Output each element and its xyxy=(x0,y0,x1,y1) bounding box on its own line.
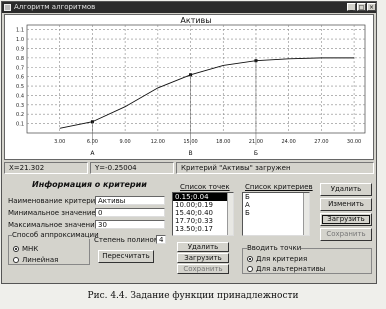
y-tick-label: 0.3 xyxy=(16,103,24,109)
criteria-delete-button[interactable]: Удалить xyxy=(320,183,372,196)
main-window: Алгоритм алгоритмов _ □ × Активы 0.1 0.2 0.… xyxy=(1,1,377,284)
y-tick-label: 0.5 xyxy=(16,84,24,90)
points-list-item[interactable]: 0.15;0.04 xyxy=(173,193,233,201)
radio-for-alternative-label: Для альтернативы xyxy=(256,265,326,273)
points-list-item[interactable]: 10.00;0.19 xyxy=(173,201,233,209)
x-tick-label: 27.00 xyxy=(314,139,328,145)
degree-field[interactable]: 4 xyxy=(156,235,166,244)
name-label: Наименование критерия xyxy=(8,197,100,205)
criteria-change-button[interactable]: Изменить xyxy=(320,198,372,211)
status-message: Критерий "Активы" загружен xyxy=(176,162,374,174)
status-x: X=21.302 xyxy=(4,162,88,174)
x-tick-label: 24.00 xyxy=(282,139,296,145)
approx-group: Способ аппроксимации МНК Линейная xyxy=(8,231,99,265)
criteria-load-button[interactable]: Загрузить xyxy=(320,213,372,226)
points-delete-button[interactable]: Удалить xyxy=(177,242,229,252)
y-tick-label: 0.4 xyxy=(16,93,24,99)
points-panel-title: Список точек xyxy=(180,183,230,191)
points-list-item[interactable]: 13.50;0.17 xyxy=(173,225,233,233)
criteria-list[interactable]: Б А Б xyxy=(242,192,310,236)
info-panel-title: Информация о критерии xyxy=(32,180,147,189)
radio-linear-label: Линейная xyxy=(22,256,59,264)
chart-area[interactable]: Активы 0.1 0.2 0.3 0.4 0.5 0.6 0.7 0.8 0.9 1.0 1.1 3… xyxy=(4,14,374,160)
points-list-item[interactable]: 15.40;0.40 xyxy=(173,209,233,217)
close-button[interactable]: × xyxy=(367,3,376,11)
window-title: Алгоритм алгоритмов xyxy=(14,3,96,11)
radio-mnk[interactable] xyxy=(13,246,19,252)
points-load-button[interactable]: Загрузить xyxy=(177,253,229,263)
enter-points-group: Вводить точки Для критерия Для альтернат… xyxy=(242,244,372,274)
criteria-list-item[interactable]: Б xyxy=(243,209,309,217)
y-tick-label: 0.8 xyxy=(16,56,24,62)
radio-for-criterion[interactable] xyxy=(247,256,253,262)
approx-group-label: Способ аппроксимации xyxy=(12,231,99,239)
criteria-panel-title: Список критериев xyxy=(245,183,313,191)
radio-for-alternative[interactable] xyxy=(247,266,253,272)
status-bar: X=21.302 Y=-0.25004 Критерий "Активы" за… xyxy=(4,162,374,175)
minimize-button[interactable]: _ xyxy=(347,3,356,11)
max-field[interactable]: 30 xyxy=(95,220,165,229)
y-tick-label: 0.6 xyxy=(16,75,24,81)
radio-linear[interactable] xyxy=(13,257,19,263)
degree-label: Степень полинома xyxy=(94,236,164,244)
figure-caption: Рис. 4.4. Задание функции принадлежности xyxy=(87,291,299,301)
x-tick-label: 18.00 xyxy=(216,139,230,145)
maximize-button[interactable]: □ xyxy=(357,3,366,11)
radio-for-criterion-label: Для критерия xyxy=(256,255,308,263)
recalc-button[interactable]: Пересчитать xyxy=(98,250,154,263)
point-label: B xyxy=(188,150,192,157)
points-save-button[interactable]: Сохранить xyxy=(177,264,229,274)
status-y: Y=-0.25004 xyxy=(90,162,174,174)
name-field[interactable]: Активы xyxy=(95,196,165,205)
points-list-scrollbar[interactable] xyxy=(227,193,233,235)
point-label: Б xyxy=(254,150,258,157)
point-label: A xyxy=(90,150,95,157)
criteria-list-item[interactable]: Б xyxy=(243,193,309,201)
y-tick-label: 0.7 xyxy=(16,65,24,71)
criteria-list-scrollbar[interactable] xyxy=(303,193,309,235)
y-tick-label: 0.1 xyxy=(16,122,24,128)
criteria-save-button[interactable]: Сохранить xyxy=(320,228,372,241)
x-tick-label: 3.00 xyxy=(54,139,65,145)
chart-title: Активы xyxy=(180,16,211,25)
min-field[interactable]: 0 xyxy=(95,208,165,217)
enter-points-group-label: Вводить точки xyxy=(247,244,302,252)
chart-svg[interactable]: Активы 0.1 0.2 0.3 0.4 0.5 0.6 0.7 0.8 0.9 1.0 1.1 3… xyxy=(5,15,373,159)
points-list-item[interactable]: 17.70;0.33 xyxy=(173,217,233,225)
plot-frame xyxy=(26,24,366,134)
min-label: Минимальное значение xyxy=(8,209,96,217)
x-tick-label: 9.00 xyxy=(120,139,131,145)
y-tick-label: 0.9 xyxy=(16,46,24,52)
y-tick-label: 1.1 xyxy=(16,28,24,34)
title-bar: Алгоритм алгоритмов _ □ × xyxy=(2,2,376,13)
criteria-list-item[interactable]: А xyxy=(243,201,309,209)
x-tick-label: 12.00 xyxy=(151,139,165,145)
app-icon xyxy=(4,4,11,11)
max-label: Максимальное значение xyxy=(8,221,99,229)
points-list[interactable]: 0.15;0.04 10.00;0.19 15.40;0.40 17.70;0.… xyxy=(172,192,234,236)
y-tick-label: 1.0 xyxy=(16,37,24,43)
y-tick-label: 0.2 xyxy=(16,112,24,118)
x-tick-label: 30.00 xyxy=(347,139,361,145)
radio-mnk-label: МНК xyxy=(22,245,39,253)
